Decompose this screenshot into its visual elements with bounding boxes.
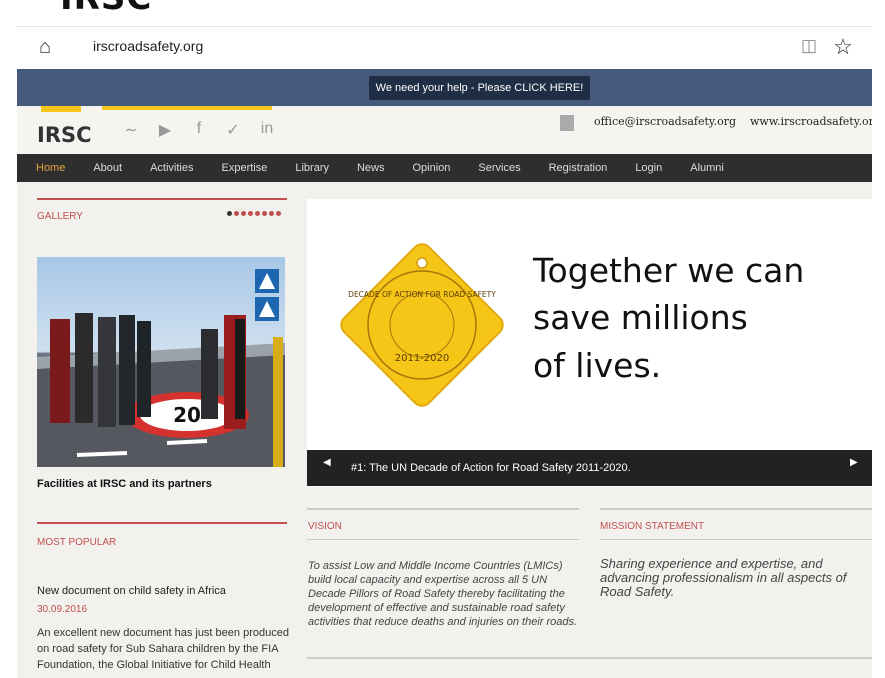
gallery-title: GALLERY — [37, 211, 83, 222]
linkedin-icon[interactable]: in — [257, 120, 277, 140]
nav-services[interactable]: Services — [464, 154, 534, 182]
top-logo-fragment: IRSC — [60, 0, 152, 18]
slider-caption[interactable]: #1: The UN Decade of Action for Road Saf… — [351, 462, 631, 474]
prev-arrow-icon[interactable]: ◀ — [323, 457, 331, 468]
nav-registration[interactable]: Registration — [535, 154, 622, 182]
nav-login[interactable]: Login — [621, 154, 676, 182]
article-title-link[interactable]: New document on child safety in Africa — [37, 585, 226, 597]
article-date: 30.09.2016 — [37, 604, 88, 615]
slide-headline-line2: save millions — [533, 298, 748, 337]
vision-title: VISION — [308, 521, 342, 532]
nav-activities[interactable]: Activities — [136, 154, 207, 182]
hero-slider[interactable]: DECADE OF ACTION FOR ROAD SAFETY 2011-20… — [307, 199, 872, 487]
mission-text: Sharing experience and expertise, and ad… — [600, 556, 847, 599]
nav-about[interactable]: About — [79, 154, 136, 182]
most-popular-title: MOST POPULAR — [37, 537, 117, 548]
pager-dot[interactable] — [255, 211, 260, 216]
nav-news[interactable]: News — [343, 154, 399, 182]
slide-headline-line3: of lives. — [533, 346, 661, 385]
star-icon[interactable]: ☆ — [829, 33, 857, 61]
pager-dot[interactable] — [234, 211, 239, 216]
nav-home[interactable]: Home — [17, 154, 79, 182]
gallery-divider — [37, 198, 287, 200]
mission-underline — [600, 539, 872, 540]
nav-library[interactable]: Library — [281, 154, 343, 182]
content-bottom-rule — [307, 657, 872, 659]
nav-expertise[interactable]: Expertise — [208, 154, 282, 182]
pager-dot[interactable] — [269, 211, 274, 216]
url-text: irscroadsafety.org — [93, 38, 204, 54]
gallery-caption[interactable]: Facilities at IRSC and its partners — [37, 478, 212, 490]
badge-years: 2011-2020 — [395, 353, 450, 364]
pager-dot[interactable] — [262, 211, 267, 216]
main-nav: Home About Activities Expertise Library … — [17, 154, 872, 182]
vision-text: To assist Low and Middle Income Countrie… — [308, 560, 578, 628]
social-links: ∼ ▶ f ✓ in — [121, 120, 277, 140]
vision-divider — [307, 508, 579, 510]
badge-text: DECADE OF ACTION FOR ROAD SAFETY — [348, 290, 496, 299]
gallery-pager[interactable] — [227, 211, 281, 216]
speed-limit-text: 20 — [173, 403, 201, 427]
website-viewport: We need your help - Please CLICK HERE! I… — [17, 69, 872, 678]
slide-headline-line1: Together we can — [532, 251, 804, 290]
brand-logo[interactable]: IRSC — [37, 123, 92, 147]
logo-accent — [41, 106, 81, 112]
browser-address-bar: ⌂ irscroadsafety.org ◫ ☆ — [17, 26, 872, 67]
header-accent-strip — [102, 106, 272, 110]
mission-title: MISSION STATEMENT — [600, 521, 705, 532]
gallery-photo[interactable]: 20 — [37, 257, 285, 467]
header-website[interactable]: www.irscroadsafety.org — [750, 115, 872, 128]
mission-divider — [600, 508, 872, 510]
site-header: IRSC ∼ ▶ f ✓ in office@irscroadsafety.or… — [17, 106, 872, 154]
help-banner: We need your help - Please CLICK HERE! — [17, 69, 872, 106]
youtube-icon[interactable]: ▶ — [155, 120, 175, 140]
home-icon[interactable]: ⌂ — [31, 33, 59, 61]
nav-opinion[interactable]: Opinion — [399, 154, 465, 182]
nav-alumni[interactable]: Alumni — [676, 154, 738, 182]
vision-underline — [307, 539, 579, 540]
article-excerpt: An excellent new document has just been … — [37, 627, 289, 671]
slider-caption-bar: ◀ #1: The UN Decade of Action for Road S… — [307, 450, 872, 486]
popular-divider — [37, 522, 287, 524]
pager-dot[interactable] — [276, 211, 281, 216]
header-email[interactable]: office@irscroadsafety.org — [594, 115, 736, 128]
next-arrow-icon[interactable]: ▶ — [850, 457, 858, 468]
pager-dot[interactable] — [227, 211, 232, 216]
pager-dot[interactable] — [248, 211, 253, 216]
pager-dot[interactable] — [241, 211, 246, 216]
rss-icon[interactable]: ∼ — [121, 120, 141, 140]
contact-card-icon — [560, 115, 574, 131]
url-input[interactable]: irscroadsafety.org — [93, 31, 793, 61]
facebook-icon[interactable]: f — [189, 120, 209, 140]
help-button[interactable]: We need your help - Please CLICK HERE! — [369, 76, 590, 100]
reading-view-icon[interactable]: ◫ — [797, 35, 821, 57]
twitter-icon[interactable]: ✓ — [223, 120, 243, 140]
